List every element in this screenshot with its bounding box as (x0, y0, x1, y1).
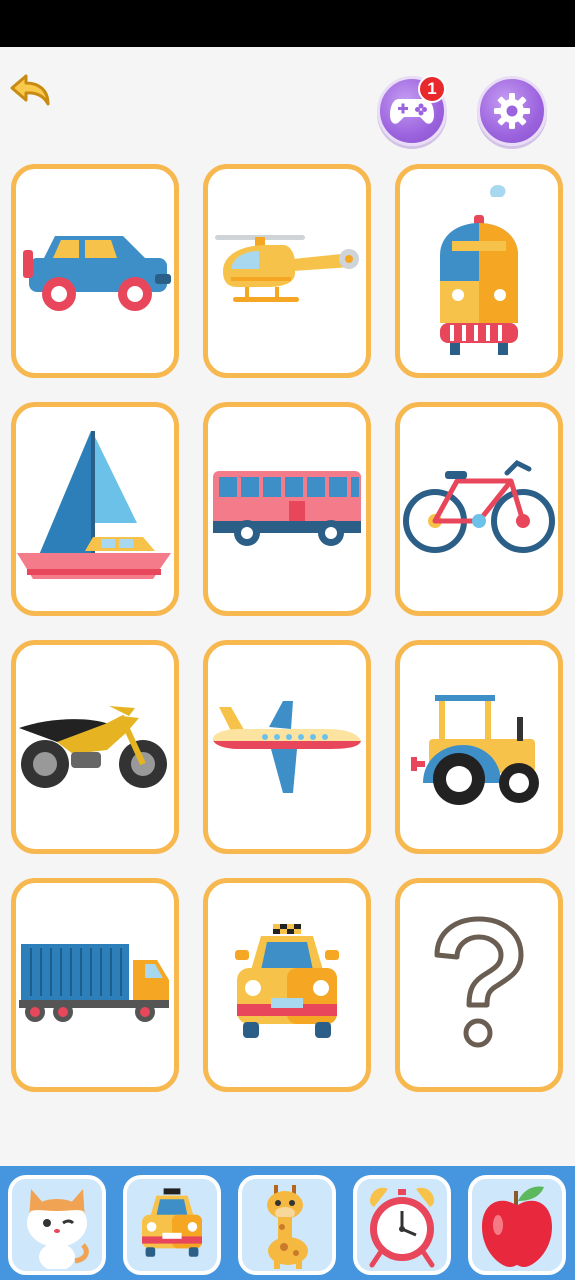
category-fruits[interactable] (468, 1175, 566, 1275)
category-zoo[interactable] (238, 1175, 336, 1275)
train-icon (440, 185, 518, 355)
tractor-icon (411, 695, 539, 805)
bus-icon (213, 471, 361, 546)
category-vehicles[interactable] (123, 1175, 221, 1275)
game-button[interactable]: 1 (377, 75, 447, 146)
taxi-icon (235, 924, 339, 1038)
card-taxi[interactable] (203, 878, 371, 1092)
category-objects[interactable] (353, 1175, 451, 1275)
alarm-clock-icon (369, 1187, 435, 1268)
card-bus[interactable] (203, 402, 371, 616)
card-car[interactable] (11, 164, 179, 378)
status-bar (0, 0, 575, 47)
card-motorcycle[interactable] (11, 640, 179, 854)
back-button[interactable] (6, 70, 54, 110)
card-tractor[interactable] (395, 640, 563, 854)
card-truck[interactable] (11, 878, 179, 1092)
category-animals[interactable] (8, 1175, 106, 1275)
cat-icon (27, 1189, 89, 1269)
card-helicopter[interactable] (203, 164, 371, 378)
card-bicycle[interactable] (395, 402, 563, 616)
gear-icon (494, 93, 530, 129)
card-airplane[interactable] (203, 640, 371, 854)
taxi-icon (142, 1188, 202, 1257)
card-mystery[interactable] (395, 878, 563, 1092)
card-sailboat[interactable] (11, 402, 179, 616)
category-bar (0, 1166, 575, 1280)
giraffe-icon (267, 1185, 308, 1269)
notification-badge: 1 (418, 75, 446, 103)
motorcycle-icon (19, 706, 167, 788)
bicycle-icon (403, 459, 555, 553)
apple-icon (482, 1186, 552, 1267)
helicopter-icon (215, 235, 359, 302)
sailboat-icon (17, 431, 171, 579)
question-mark-icon (434, 916, 524, 1048)
card-train[interactable] (395, 164, 563, 378)
truck-icon (19, 944, 169, 1022)
car-icon (23, 236, 171, 311)
back-arrow-icon (10, 74, 50, 106)
airplane-icon (213, 701, 361, 793)
settings-button[interactable] (477, 76, 547, 146)
